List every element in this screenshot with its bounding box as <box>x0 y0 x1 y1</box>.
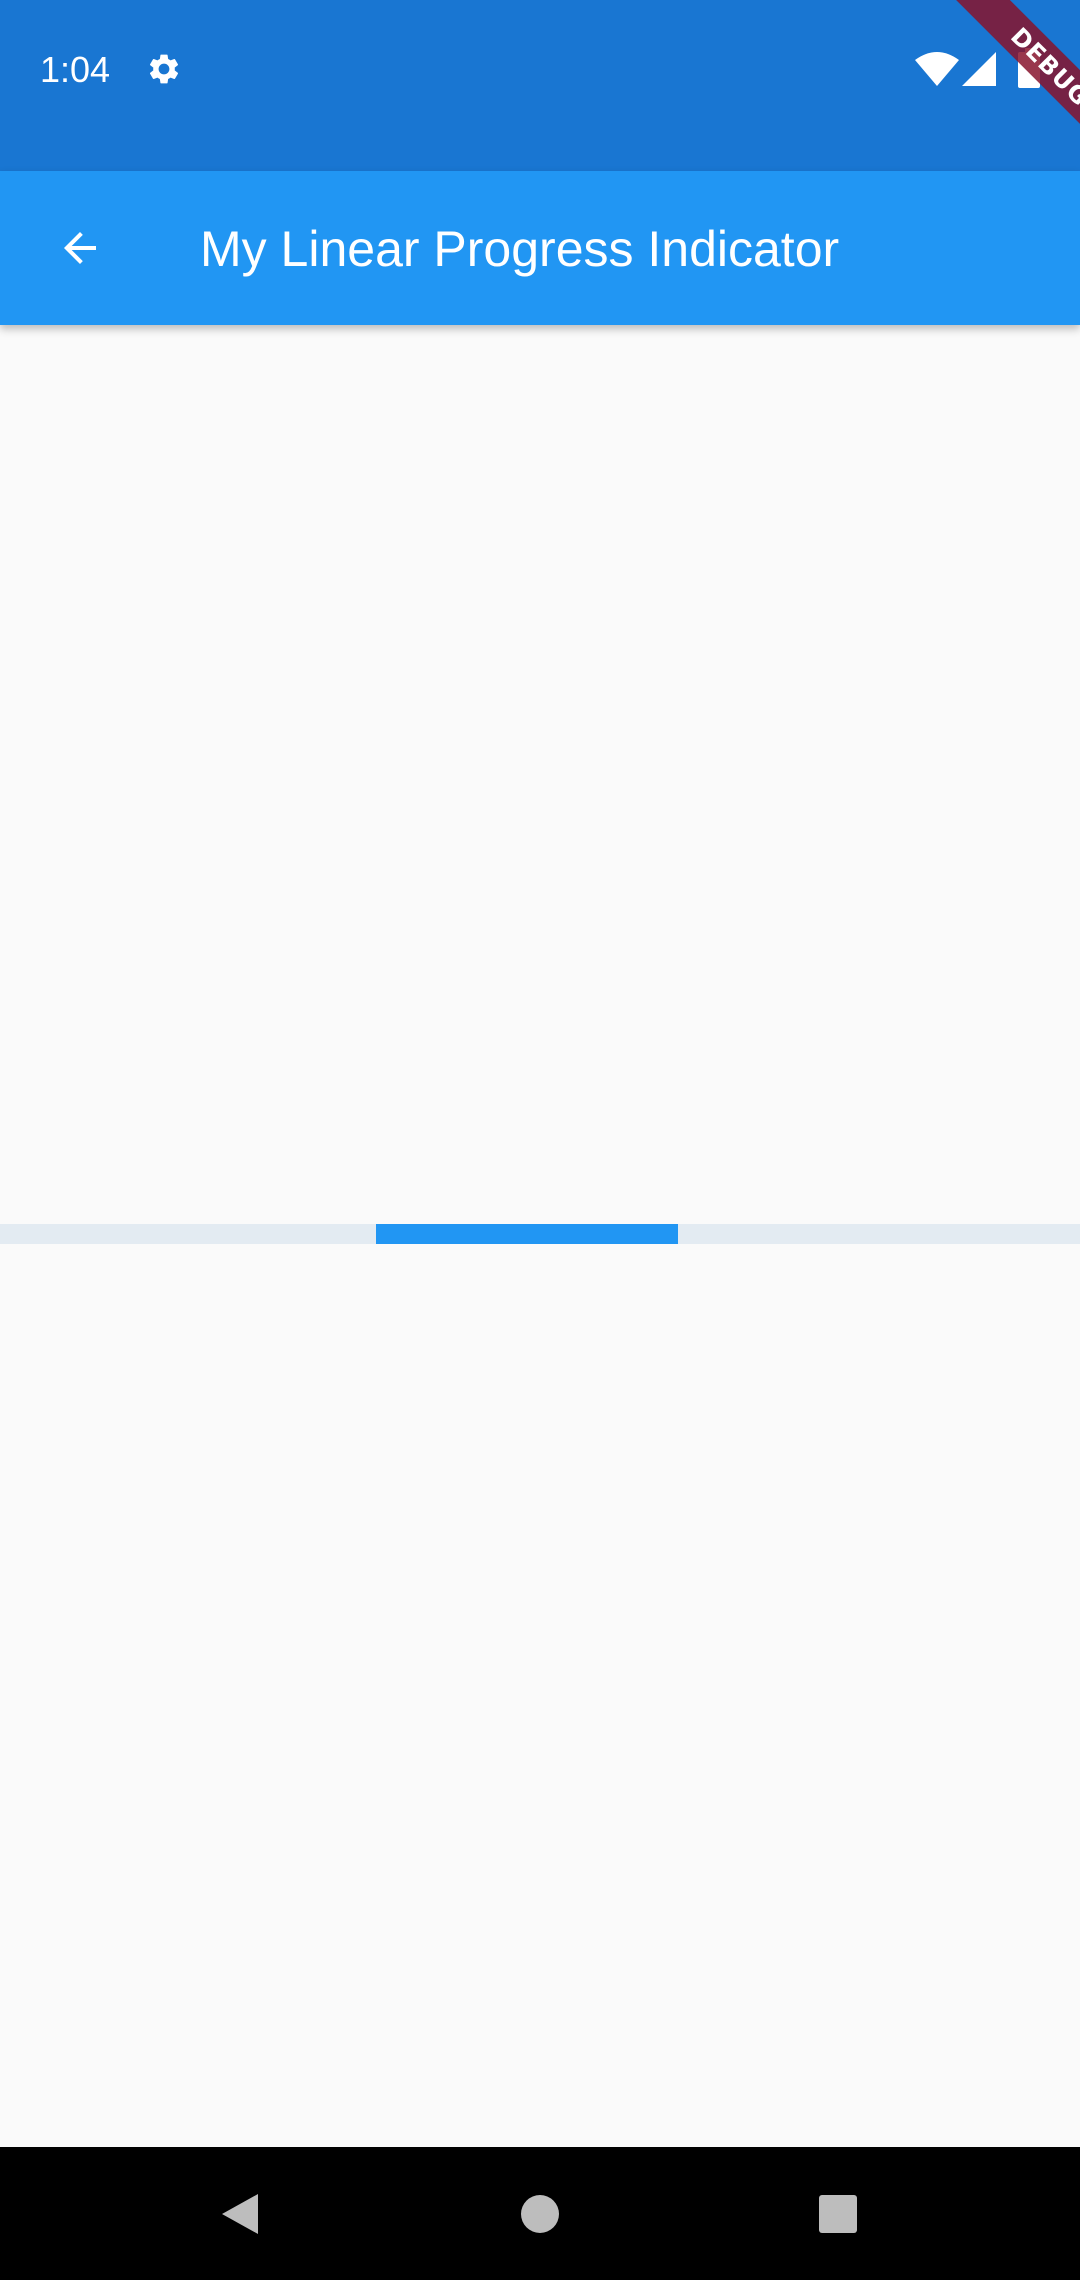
back-triangle-icon <box>222 2193 258 2234</box>
back-button[interactable] <box>36 204 124 292</box>
signal-icon <box>962 52 996 86</box>
home-circle-icon <box>521 2194 559 2233</box>
battery-icon <box>1018 48 1040 88</box>
wifi-icon <box>915 52 959 86</box>
status-bar: 1:04 <box>0 0 1080 171</box>
system-nav-bar <box>0 2147 1080 2280</box>
gear-icon <box>149 54 179 84</box>
status-time: 1:04 <box>40 49 111 90</box>
nav-recents-button[interactable] <box>778 2147 898 2280</box>
nav-home-button[interactable] <box>480 2147 600 2280</box>
main-content <box>0 325 1080 2147</box>
arrow-back-icon <box>64 232 96 264</box>
app-screen: 1:04 DEBUG My Linear Progress Indicator <box>0 0 1080 2280</box>
recents-square-icon <box>819 2194 857 2233</box>
progress-indicator-bar <box>375 1224 679 1244</box>
app-bar: My Linear Progress Indicator <box>0 171 1080 325</box>
nav-back-button[interactable] <box>180 2147 300 2280</box>
linear-progress-indicator <box>0 1224 1080 1244</box>
page-title: My Linear Progress Indicator <box>200 221 840 277</box>
